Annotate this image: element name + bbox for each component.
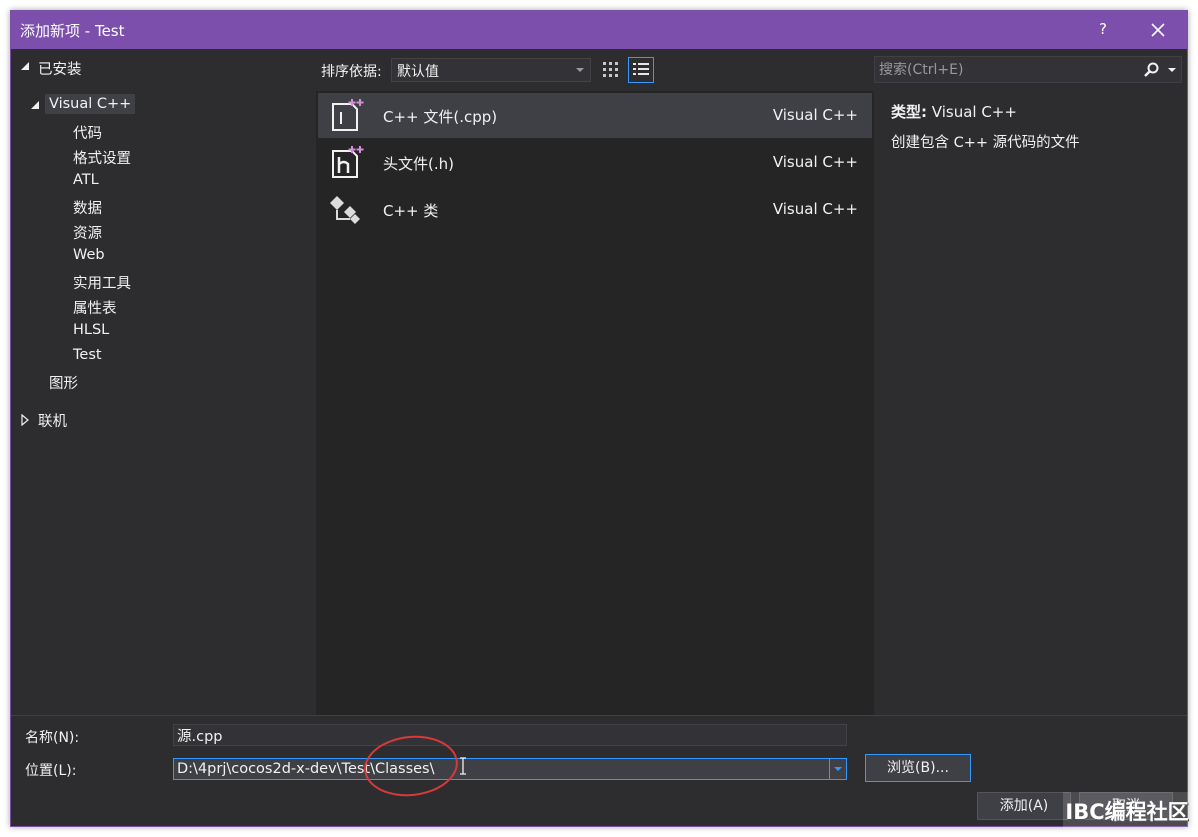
search-box[interactable] [874,56,1182,83]
help-button[interactable]: ? [1099,20,1107,38]
item-details-form: 名称(N): 位置(L): 浏览(B)... 添加(A) 取消 [11,715,1187,826]
chevron-down-icon [576,68,584,72]
sort-dropdown[interactable]: 默认值 [391,58,591,82]
tree-node-visual-cpp[interactable]: Visual C++ [45,94,136,114]
sort-value: 默认值 [397,64,439,80]
template-list: C++ 文件(.cpp) Visual C++ 头文件(.h) Visual C… [316,91,874,715]
tree-node-web[interactable]: Web [73,247,105,263]
sort-label: 排序依据: [321,64,382,80]
cpp-file-icon [332,99,364,131]
search-options-dropdown[interactable] [1168,68,1176,72]
expanded-arrow-icon[interactable] [31,100,41,110]
template-language: Visual C++ [772,106,858,124]
list-view-icon [633,63,649,75]
tree-node-formatting[interactable]: 格式设置 [73,147,131,168]
chevron-down-icon [834,767,842,771]
browse-button[interactable]: 浏览(B)... [865,754,971,782]
grid-view-button[interactable] [599,58,623,82]
grid-view-icon [603,62,618,77]
category-tree: 已安装 Visual C++ 代码 格式设置 ATL 数据 资源 Web 实用工… [11,49,316,715]
type-value: Visual C++ [931,103,1017,121]
tree-node-code[interactable]: 代码 [73,122,102,143]
template-name: 头文件(.h) [383,155,454,173]
template-name: C++ 文件(.cpp) [383,108,498,126]
add-new-item-dialog: 添加新项 - Test ? 已安装 Visual C++ 代码 格式设置 ATL… [10,10,1188,827]
name-field[interactable] [173,724,847,746]
template-item-cpp-class[interactable]: C++ 类 Visual C++ [318,187,872,232]
tree-node-hlsl[interactable]: HLSL [73,322,109,338]
tree-node-graphics[interactable]: 图形 [49,372,78,393]
name-label: 名称(N): [25,730,80,746]
window-title: 添加新项 - Test [20,22,125,40]
cpp-class-icon [330,196,360,224]
collapsed-arrow-icon[interactable] [21,414,29,426]
tree-node-online[interactable]: 联机 [38,410,67,431]
tree-node-installed[interactable]: 已安装 [38,58,82,79]
template-language: Visual C++ [772,200,858,218]
expanded-arrow-icon[interactable] [21,61,31,71]
list-view-button[interactable] [628,57,654,83]
template-item-header-file[interactable]: 头文件(.h) Visual C++ [318,140,872,185]
template-name: C++ 类 [383,202,439,220]
search-icon[interactable] [1143,62,1159,78]
template-item-cpp-file[interactable]: C++ 文件(.cpp) Visual C++ [318,93,872,138]
add-button[interactable]: 添加(A) [977,792,1071,820]
watermark: IBC编程社区 [1063,792,1191,832]
location-field[interactable] [173,758,847,780]
location-label: 位置(L): [25,763,77,779]
search-input[interactable] [879,60,1139,80]
tree-node-atl[interactable]: ATL [73,172,99,188]
close-button[interactable] [1141,15,1175,45]
header-file-icon [332,146,364,178]
text-cursor-icon [460,757,466,775]
tree-node-data[interactable]: 数据 [73,197,102,218]
tree-node-resource[interactable]: 资源 [73,222,102,243]
close-icon [1151,23,1165,37]
tree-node-utility[interactable]: 实用工具 [73,272,131,293]
tree-node-property-sheets[interactable]: 属性表 [73,297,117,318]
template-description: 创建包含 C++ 源代码的文件 [891,135,1080,151]
location-dropdown[interactable] [829,759,846,779]
template-type: 类型: Visual C++ [891,101,1017,122]
tree-node-test[interactable]: Test [73,347,102,363]
template-language: Visual C++ [772,153,858,171]
type-label: 类型: [891,103,927,121]
title-bar[interactable]: 添加新项 - Test ? [11,11,1187,49]
